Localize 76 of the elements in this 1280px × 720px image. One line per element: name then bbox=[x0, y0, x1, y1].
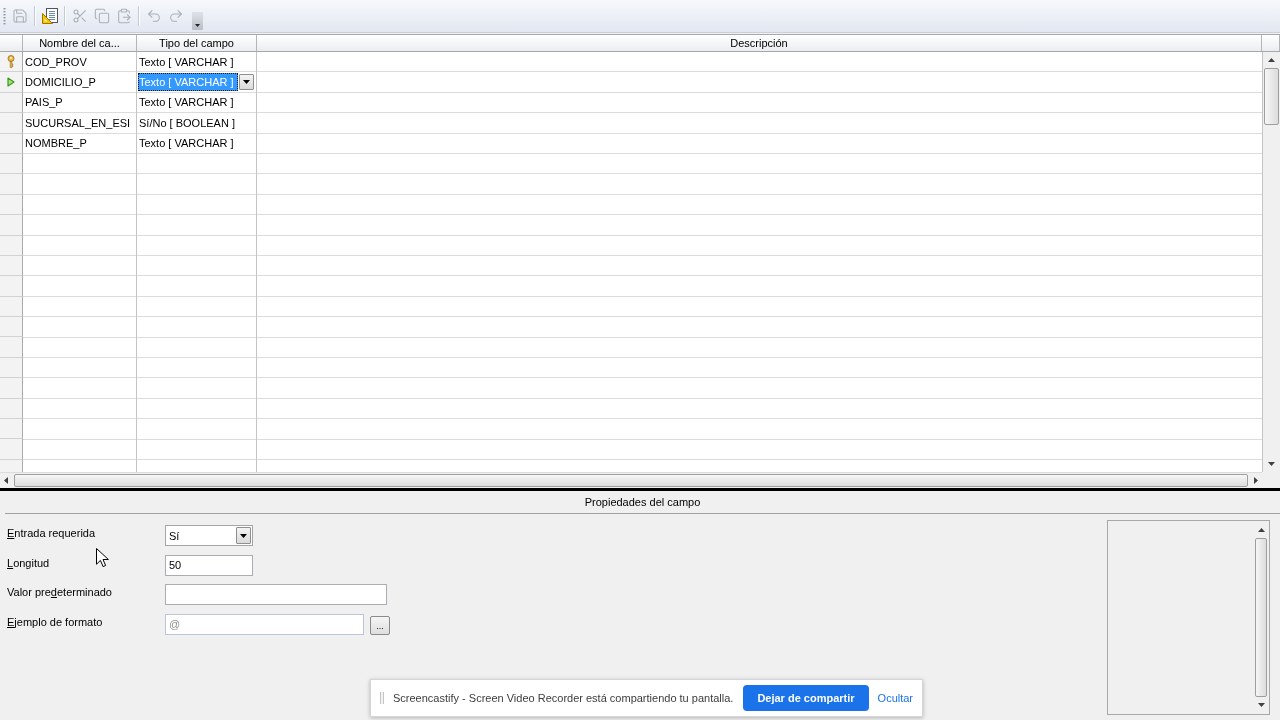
row-selector[interactable] bbox=[0, 317, 23, 338]
scroll-left-icon[interactable] bbox=[4, 477, 8, 484]
scroll-up-icon[interactable] bbox=[1268, 58, 1275, 62]
column-header: Tipo del campo bbox=[137, 35, 257, 51]
row-selector[interactable] bbox=[0, 215, 23, 236]
grip-icon[interactable] bbox=[3, 7, 6, 25]
table-cell-text: Texto [ VARCHAR ] bbox=[138, 95, 235, 111]
key-icon bbox=[7, 55, 15, 69]
save-icon bbox=[12, 8, 28, 24]
copy-icon bbox=[94, 8, 110, 24]
row-selector[interactable] bbox=[0, 92, 23, 114]
column-header: Nombre del ca... bbox=[23, 35, 137, 51]
scroll-down-icon[interactable] bbox=[1257, 703, 1265, 707]
input-field[interactable]: 50 bbox=[165, 554, 253, 576]
table-cell-text: SUCURSAL_EN_ESI bbox=[24, 115, 132, 131]
paste-icon bbox=[116, 8, 132, 24]
row-selector[interactable] bbox=[0, 337, 23, 358]
row-selector[interactable] bbox=[0, 276, 23, 297]
design-button[interactable] bbox=[39, 5, 61, 27]
row-selector[interactable] bbox=[0, 378, 23, 399]
row-selector[interactable] bbox=[0, 419, 23, 440]
scrollbar-thumb[interactable] bbox=[14, 474, 1248, 487]
table-cell-text: Texto [ VARCHAR ] bbox=[138, 136, 235, 152]
field-label: Longitud bbox=[7, 555, 50, 569]
caret-icon bbox=[243, 80, 250, 85]
table-cell-text: PAIS_P bbox=[24, 95, 64, 111]
input-field[interactable]: @ bbox=[165, 613, 364, 635]
notification-message: Screencastify - Screen Video Recorder está compartiendo tu pantalla. bbox=[393, 692, 734, 704]
caret-icon bbox=[240, 533, 247, 538]
redo-icon bbox=[168, 8, 184, 24]
row-selector[interactable] bbox=[0, 439, 23, 460]
table-cell-text: Texto [ VARCHAR ] bbox=[138, 54, 235, 70]
row-selector[interactable] bbox=[0, 153, 23, 175]
column-header: Descripción bbox=[257, 35, 1262, 51]
triangle-marker-icon bbox=[7, 77, 15, 88]
row-selector[interactable] bbox=[0, 52, 23, 73]
hide-link[interactable]: Ocultar bbox=[877, 692, 914, 704]
row-selector[interactable] bbox=[0, 72, 23, 93]
undo-icon bbox=[146, 8, 162, 24]
row-selector[interactable] bbox=[0, 194, 23, 216]
row-selector[interactable] bbox=[0, 113, 23, 134]
scroll-right-icon[interactable] bbox=[1254, 477, 1258, 484]
toolbar-overflow-button[interactable] bbox=[192, 12, 203, 30]
table-cell-text: COD_PROV bbox=[24, 54, 88, 70]
row-selector[interactable] bbox=[0, 174, 23, 195]
scroll-down-icon[interactable] bbox=[1268, 462, 1275, 466]
row-selector[interactable] bbox=[0, 357, 23, 379]
field-label: Ejemplo de formato bbox=[7, 614, 103, 628]
table-cell-text: DOMICILIO_P bbox=[24, 75, 97, 91]
input-field[interactable] bbox=[165, 584, 387, 605]
scrollbar-thumb[interactable] bbox=[1255, 538, 1267, 697]
dropdown-button[interactable] bbox=[236, 527, 251, 544]
row-selector[interactable] bbox=[0, 255, 23, 277]
document-ruler-icon bbox=[42, 8, 58, 24]
dropdown-field[interactable]: Sí bbox=[165, 525, 253, 546]
row-selector[interactable] bbox=[0, 133, 23, 154]
stop-sharing-button[interactable]: Dejar de compartir bbox=[743, 685, 869, 711]
table-cell-text: Sí/No [ BOOLEAN ] bbox=[138, 115, 236, 131]
dropdown-button[interactable] bbox=[239, 74, 254, 91]
horizontal-scrollbar[interactable] bbox=[0, 472, 1262, 488]
panel-title: Propiedades del campo bbox=[584, 496, 701, 508]
cursor-icon bbox=[96, 548, 109, 568]
vertical-scrollbar[interactable] bbox=[1262, 52, 1280, 472]
field-type-dropdown[interactable]: Texto [ VARCHAR ] bbox=[138, 73, 255, 91]
scroll-up-icon[interactable] bbox=[1257, 528, 1265, 532]
browse-button[interactable]: ... bbox=[370, 615, 390, 635]
row-selector[interactable] bbox=[0, 235, 23, 256]
caret-icon bbox=[195, 24, 200, 27]
table-cell-text: NOMBRE_P bbox=[24, 136, 88, 152]
drag-handle-icon[interactable] bbox=[380, 692, 384, 704]
field-label: Valor predeterminado bbox=[7, 585, 112, 598]
row-selector[interactable] bbox=[0, 398, 23, 420]
row-selector[interactable] bbox=[0, 296, 23, 318]
cut-icon bbox=[72, 8, 88, 24]
field-label: Entrada requerida bbox=[7, 526, 96, 539]
scrollbar-thumb[interactable] bbox=[1264, 68, 1279, 125]
